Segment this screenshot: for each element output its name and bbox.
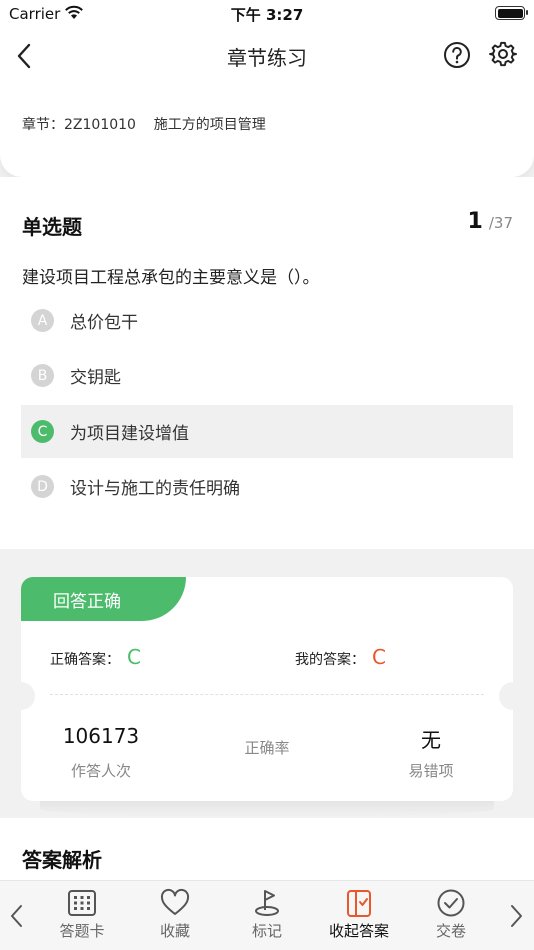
tab-collapse-answer[interactable]: 收起答案 bbox=[319, 881, 399, 950]
chapter-info: 章节：2Z101010 施工方的项目管理 bbox=[22, 114, 266, 134]
help-icon[interactable] bbox=[443, 41, 471, 69]
option-letter: C bbox=[31, 420, 54, 443]
accuracy-label: 正确率 bbox=[244, 739, 290, 757]
tab-label: 收起答案 bbox=[328, 922, 389, 940]
answer-sheet-icon bbox=[68, 890, 96, 916]
tab-answer-sheet[interactable]: 答题卡 bbox=[52, 881, 112, 950]
card-shadow bbox=[40, 801, 494, 817]
tab-submit[interactable]: 交卷 bbox=[421, 881, 481, 950]
battery-icon bbox=[495, 6, 528, 20]
analysis-section: 答案解析 bbox=[0, 818, 534, 880]
check-circle-icon bbox=[437, 889, 465, 917]
tab-mark[interactable]: 标记 bbox=[237, 881, 297, 950]
card-divider bbox=[50, 694, 484, 695]
back-button[interactable] bbox=[14, 42, 36, 70]
result-banner-text: 回答正确 bbox=[53, 592, 121, 612]
status-time: 下午 3:27 bbox=[230, 6, 304, 24]
my-answer-value: C bbox=[372, 645, 386, 669]
correct-answer-label: 正确答案： bbox=[50, 652, 120, 668]
option-text: 为项目建设增值 bbox=[70, 424, 189, 444]
analysis-heading: 答案解析 bbox=[22, 848, 102, 872]
option-text: 总价包干 bbox=[70, 313, 138, 333]
collapse-answer-icon bbox=[347, 890, 371, 917]
question-current: 1 bbox=[467, 209, 483, 234]
common-wrong-value: 无 bbox=[421, 728, 441, 752]
option-letter: B bbox=[31, 364, 54, 387]
option-letter: A bbox=[31, 309, 54, 332]
chapter-code: 2Z101010 bbox=[64, 117, 136, 133]
option-d[interactable]: D 设计与施工的责任明确 bbox=[21, 460, 513, 513]
option-text: 交钥匙 bbox=[70, 368, 121, 388]
tab-label: 标记 bbox=[251, 922, 282, 940]
question-type: 单选题 bbox=[22, 215, 82, 239]
chapter-label: 章节： bbox=[22, 117, 64, 133]
card-notch-right bbox=[499, 682, 527, 710]
gear-icon[interactable] bbox=[489, 41, 517, 69]
attempts-count: 106173 bbox=[62, 724, 140, 748]
option-letter: D bbox=[31, 475, 54, 498]
tab-label: 收藏 bbox=[159, 922, 190, 940]
card-notch-left bbox=[7, 682, 35, 710]
heart-icon bbox=[160, 889, 190, 915]
header-panel: Carrier 下午 3:27 章节练习 章节：2Z101010 施工方的项目管… bbox=[0, 0, 534, 177]
attempts-label: 作答人次 bbox=[70, 762, 131, 780]
status-bar: Carrier 下午 3:27 bbox=[0, 0, 534, 28]
option-b[interactable]: B 交钥匙 bbox=[21, 349, 513, 402]
option-text: 设计与施工的责任明确 bbox=[70, 479, 240, 499]
flag-icon bbox=[255, 890, 279, 916]
result-banner: 回答正确 bbox=[21, 577, 186, 621]
question-text: 建设项目工程总承包的主要意义是（）。 bbox=[22, 268, 320, 288]
option-c[interactable]: C 为项目建设增值 bbox=[21, 405, 513, 458]
nav-bar: 章节练习 bbox=[0, 30, 534, 80]
correct-answer-value: C bbox=[127, 645, 141, 669]
next-question-button[interactable] bbox=[507, 903, 525, 929]
question-progress: 1/37 bbox=[468, 209, 513, 234]
question-panel: 单选题 1/37 建设项目工程总承包的主要意义是（）。 A 总价包干 B 交钥匙… bbox=[0, 177, 534, 549]
common-wrong-label: 易错项 bbox=[408, 762, 454, 780]
prev-question-button[interactable] bbox=[8, 903, 26, 929]
chapter-name: 施工方的项目管理 bbox=[153, 117, 266, 133]
option-a[interactable]: A 总价包干 bbox=[21, 294, 513, 347]
bottom-toolbar: 答题卡 收藏 标记 收起答案 交卷 bbox=[0, 880, 534, 950]
tab-label: 交卷 bbox=[435, 922, 466, 940]
result-card: 回答正确 正确答案： C 我的答案： C 106173 作答人次 正确率 无 易… bbox=[21, 577, 513, 801]
my-answer-label: 我的答案： bbox=[295, 652, 365, 668]
question-total: /37 bbox=[488, 214, 513, 232]
tab-favorite[interactable]: 收藏 bbox=[145, 881, 205, 950]
tab-label: 答题卡 bbox=[59, 922, 105, 940]
